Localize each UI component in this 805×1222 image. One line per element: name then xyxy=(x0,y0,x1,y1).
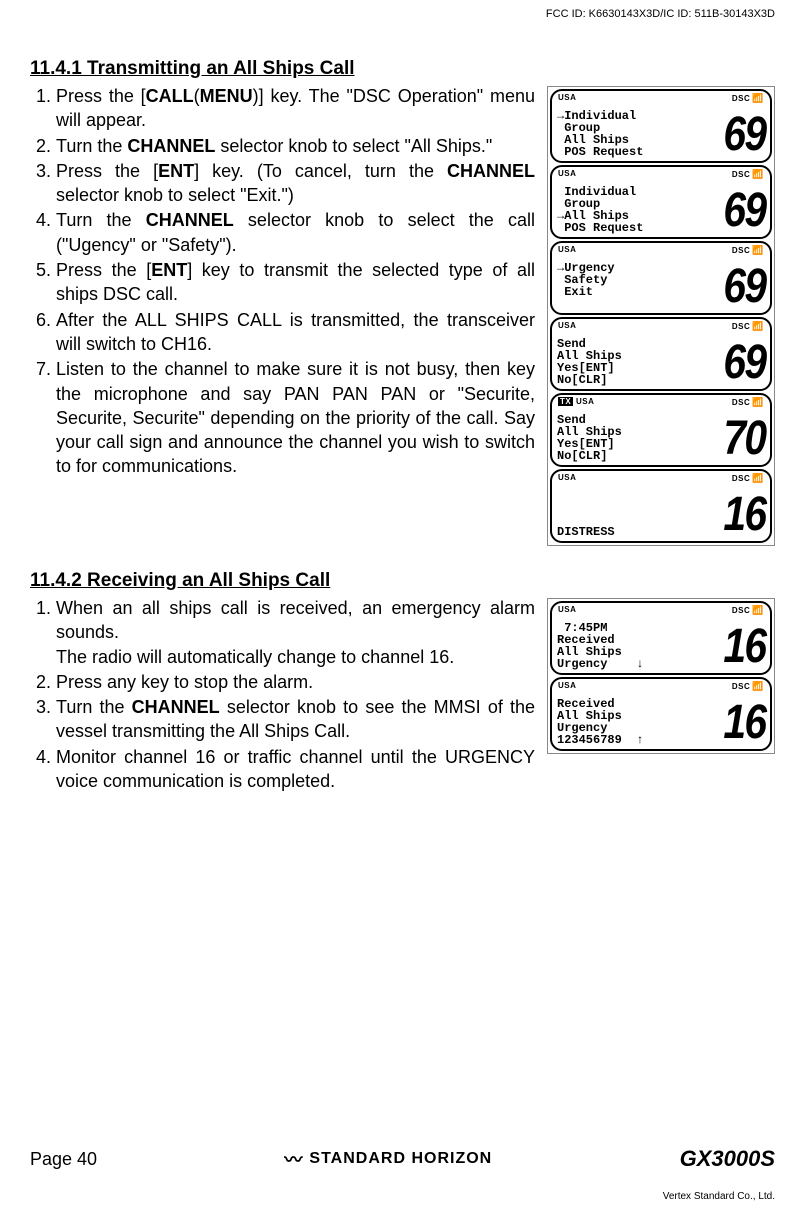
step-6: After the ALL SHIPS CALL is transmitted,… xyxy=(56,308,535,357)
lcd-usa-label: USA xyxy=(576,397,594,406)
lcd-screen: USADSC📶 Individual Group →All Ships POS … xyxy=(550,165,772,239)
step-1: When an all ships call is received, an e… xyxy=(56,596,535,669)
lcd-usa-label: USA xyxy=(558,605,576,616)
lcd-screen: USADSC📶 Send All Ships Yes[ENT] No[CLR] … xyxy=(550,317,772,391)
lcd-dsc-label: DSC xyxy=(732,474,750,483)
lcd-usa-label: USA xyxy=(558,245,576,256)
brand-logo: 〰 STANDARD HORIZON xyxy=(284,1146,492,1172)
brand-text: STANDARD HORIZON xyxy=(309,1150,492,1168)
section-heading-2: 11.4.2 Receiving an All Ships Call xyxy=(30,570,775,592)
lcd-screen: USADSC📶 →Urgency Safety Exit 69 xyxy=(550,241,772,315)
lcd-usa-label: USA xyxy=(558,321,576,332)
lcd-channel-number: 69 xyxy=(723,189,765,234)
lcd-dsc-label: DSC xyxy=(732,94,750,103)
lcd-dsc-label: DSC xyxy=(732,682,750,691)
step-5: Press the [ENT] key to transmit the sele… xyxy=(56,258,535,307)
lcd-channel-number: 69 xyxy=(723,113,765,158)
fcc-id-text: FCC ID: K6630143X3D/IC ID: 511B-30143X3D xyxy=(546,8,775,20)
lcd-channel-number: 16 xyxy=(723,625,765,670)
lcd-screen: USADSC📶 Received All Ships Urgency 12345… xyxy=(550,677,772,751)
lcd-screen: USADSC📶 →Individual Group All Ships POS … xyxy=(550,89,772,163)
lcd-channel-number: 69 xyxy=(723,265,765,310)
lcd-channel-number: 70 xyxy=(723,417,765,462)
section-heading-1: 11.4.1 Transmitting an All Ships Call xyxy=(30,58,775,80)
lcd-usa-label: USA xyxy=(558,169,576,180)
lcd-usa-label: USA xyxy=(558,93,576,104)
step-2: Press any key to stop the alarm. xyxy=(56,670,535,694)
signal-icon: 📶 xyxy=(752,245,764,256)
lcd-screens-group-2: USADSC📶 7:45PM Received All Ships Urgenc… xyxy=(547,598,775,754)
signal-icon: 📶 xyxy=(752,681,764,692)
lcd-dsc-label: DSC xyxy=(732,606,750,615)
signal-icon: 📶 xyxy=(752,169,764,180)
signal-icon: 📶 xyxy=(752,605,764,616)
lcd-channel-number: 16 xyxy=(723,701,765,746)
page-number: Page 40 xyxy=(30,1149,97,1170)
section1-steps: Press the [CALL(MENU)] key. The "DSC Ope… xyxy=(30,84,535,480)
lcd-dsc-label: DSC xyxy=(732,170,750,179)
lcd-screens-group-1: USADSC📶 →Individual Group All Ships POS … xyxy=(547,86,775,546)
step-3: Press the [ENT] key. (To cancel, turn th… xyxy=(56,159,535,208)
lcd-channel-number: 16 xyxy=(723,493,765,538)
step-4: Monitor channel 16 or traffic channel un… xyxy=(56,745,535,794)
lcd-dsc-label: DSC xyxy=(732,246,750,255)
lcd-channel-number: 69 xyxy=(723,341,765,386)
lcd-dsc-label: DSC xyxy=(732,398,750,407)
step-4: Turn the CHANNEL selector knob to select… xyxy=(56,208,535,257)
signal-icon: 📶 xyxy=(752,321,764,332)
lcd-tx-label: TX xyxy=(558,397,573,406)
step-3: Turn the CHANNEL selector knob to see th… xyxy=(56,695,535,744)
step-1: Press the [CALL(MENU)] key. The "DSC Ope… xyxy=(56,84,535,133)
lcd-screen: USADSC📶 DISTRESS 16 xyxy=(550,469,772,543)
section2-steps: When an all ships call is received, an e… xyxy=(30,596,535,794)
wave-icon: 〰 xyxy=(284,1146,303,1172)
lcd-screen: TX USADSC📶 Send All Ships Yes[ENT] No[CL… xyxy=(550,393,772,467)
model-number: GX3000S xyxy=(680,1146,775,1172)
step-2: Turn the CHANNEL selector knob to select… xyxy=(56,134,535,158)
signal-icon: 📶 xyxy=(752,473,764,484)
company-text: Vertex Standard Co., Ltd. xyxy=(663,1191,775,1202)
step-7: Listen to the channel to make sure it is… xyxy=(56,357,535,478)
lcd-usa-label: USA xyxy=(558,473,576,484)
signal-icon: 📶 xyxy=(752,397,764,408)
lcd-usa-label: USA xyxy=(558,681,576,692)
lcd-dsc-label: DSC xyxy=(732,322,750,331)
signal-icon: 📶 xyxy=(752,93,764,104)
lcd-screen: USADSC📶 7:45PM Received All Ships Urgenc… xyxy=(550,601,772,675)
